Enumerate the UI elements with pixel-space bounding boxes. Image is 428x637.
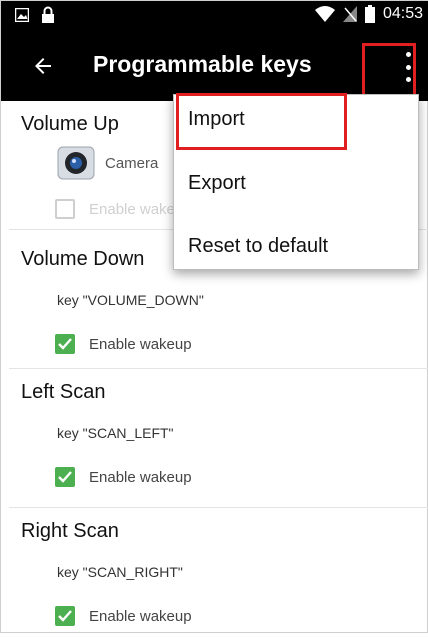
page-title: Programmable keys (93, 51, 312, 77)
camera-app-icon (57, 146, 95, 180)
group-title: Left Scan (21, 381, 106, 403)
status-bar: 04:53 (1, 1, 428, 31)
wifi-icon (314, 6, 335, 22)
enable-wakeup-row[interactable]: Enable wakeup (9, 467, 192, 487)
enable-wakeup-row[interactable]: Enable wakeup (9, 334, 192, 354)
back-arrow-icon[interactable] (31, 54, 55, 78)
group-title: Volume Up (21, 113, 119, 135)
image-notification-icon (15, 8, 29, 22)
menu-item-reset-to-default[interactable]: Reset to default (188, 235, 328, 258)
checkmark-icon (58, 471, 72, 483)
no-signal-icon (342, 6, 357, 22)
status-time: 04:53 (382, 5, 423, 22)
enable-wakeup-checkbox[interactable] (55, 199, 75, 219)
app-name-label: Camera (105, 154, 159, 172)
screen: 04:53 Programmable keys Volume Up Camera… (0, 0, 428, 633)
key-code-label: key "SCAN_RIGHT" (57, 564, 183, 580)
menu-item-export[interactable]: Export (188, 172, 246, 195)
group-title: Right Scan (21, 520, 119, 542)
checkmark-icon (58, 338, 72, 350)
enable-wakeup-checkbox[interactable] (55, 606, 75, 626)
key-code-label: key "SCAN_LEFT" (57, 425, 174, 441)
key-code-label: key "VOLUME_DOWN" (57, 292, 204, 308)
group-title: Volume Down (21, 248, 145, 270)
checkmark-icon (58, 610, 72, 622)
import-highlight-box (176, 93, 347, 150)
enable-wakeup-label: Enable wakeup (89, 607, 192, 625)
app-bar: Programmable keys (1, 31, 428, 101)
enable-wakeup-row[interactable]: Enable wakeup (9, 606, 192, 626)
enable-wakeup-checkbox[interactable] (55, 467, 75, 487)
key-group-right-scan: Right Scan key "SCAN_RIGHT" Enable wakeu… (9, 508, 428, 637)
enable-wakeup-label: Enable wakeup (89, 468, 192, 486)
overflow-highlight-box (362, 43, 416, 97)
key-group-left-scan: Left Scan key "SCAN_LEFT" Enable wakeup (9, 369, 428, 508)
enable-wakeup-row[interactable]: Enable wakeup (9, 199, 192, 219)
lock-icon (42, 6, 54, 23)
enable-wakeup-label: Enable wakeup (89, 335, 192, 353)
enable-wakeup-checkbox[interactable] (55, 334, 75, 354)
battery-icon (364, 5, 375, 23)
